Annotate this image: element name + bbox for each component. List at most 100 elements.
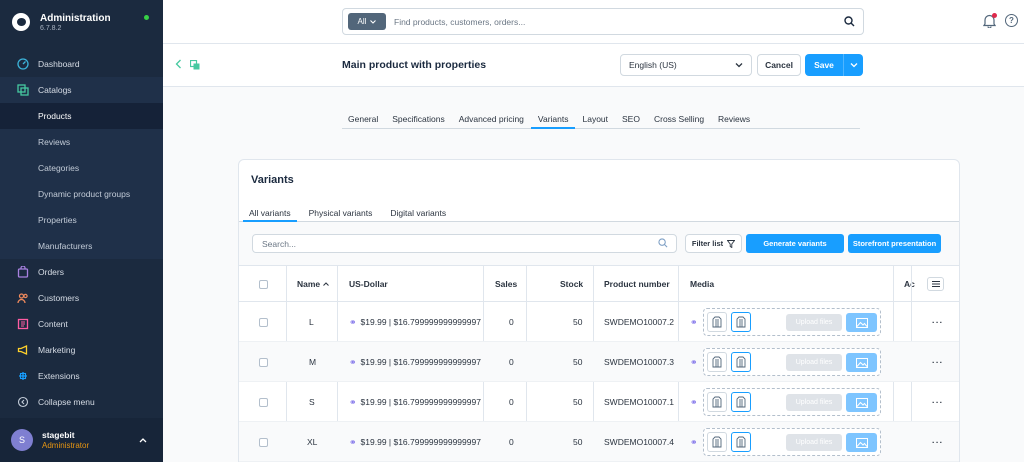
tab-reviews[interactable]: Reviews [711, 110, 757, 128]
variant-sales: 0 [509, 437, 514, 447]
link-icon[interactable]: ⚭ [349, 437, 357, 448]
media-link-icon[interactable]: ⚭ [690, 382, 702, 422]
media-library-button[interactable] [846, 433, 877, 452]
media-thumbnail-cover[interactable] [731, 312, 751, 332]
search-scope-select[interactable]: All [348, 13, 386, 30]
notification-badge [992, 13, 997, 18]
media-thumbnail[interactable] [707, 352, 727, 372]
media-thumbnail-cover[interactable] [731, 392, 751, 412]
tab-digital-variants[interactable]: Digital variants [384, 205, 452, 221]
media-upload-area[interactable]: Upload files [703, 348, 881, 376]
search-input[interactable]: Find products, customers, orders... [394, 17, 525, 27]
language-select[interactable]: English (US) [620, 54, 752, 76]
sidebar-item-dashboard[interactable]: Dashboard [0, 51, 163, 77]
media-thumbnail[interactable] [707, 432, 727, 452]
sidebar-item-content[interactable]: Content [0, 311, 163, 337]
media-link-icon[interactable]: ⚭ [690, 342, 702, 382]
sidebar-item-dynamic-product-groups[interactable]: Dynamic product groups [0, 181, 163, 207]
table-row[interactable]: L ⚭ $19.99 | $16.799999999999997 0 50 SWD… [239, 302, 959, 342]
tab-seo[interactable]: SEO [615, 110, 647, 128]
link-icon[interactable]: ⚭ [349, 397, 357, 408]
media-link-icon[interactable]: ⚭ [690, 302, 702, 342]
sidebar-item-orders[interactable]: Orders [0, 259, 163, 285]
media-library-button[interactable] [846, 353, 877, 372]
shopware-logo-icon [12, 13, 30, 31]
link-icon[interactable]: ⚭ [349, 357, 357, 368]
media-link-icon[interactable]: ⚭ [690, 422, 702, 462]
tab-general[interactable]: General [342, 110, 385, 128]
help-icon[interactable]: ? [1005, 14, 1018, 27]
row-checkbox[interactable] [259, 422, 268, 462]
brand[interactable]: Administration 6.7.8.2 [0, 0, 163, 44]
sidebar-item-extensions[interactable]: Extensions [0, 363, 163, 389]
brand-version: 6.7.8.2 [40, 24, 62, 32]
variant-type-tabs: All variants Physical variants Digital v… [239, 205, 959, 222]
variant-sales: 0 [509, 357, 514, 367]
media-thumbnail-cover[interactable] [731, 352, 751, 372]
image-icon [855, 437, 868, 448]
search-scope-label: All [357, 17, 367, 26]
back-arrow-icon[interactable] [175, 59, 182, 72]
upload-files-button[interactable]: Upload files [786, 394, 842, 411]
row-checkbox[interactable] [259, 382, 268, 422]
filter-icon [727, 239, 736, 248]
row-actions-menu[interactable]: ··· [932, 302, 944, 342]
variant-price: ⚭ $19.99 | $16.799999999999997 [349, 382, 481, 422]
dashboard-icon [16, 58, 29, 71]
variant-product-number: SWDEMO10007.2 [604, 317, 674, 327]
row-checkbox[interactable] [259, 342, 268, 382]
tab-advanced-pricing[interactable]: Advanced pricing [452, 110, 531, 128]
upload-files-button[interactable]: Upload files [786, 314, 842, 331]
table-row[interactable]: XL ⚭ $19.99 | $16.799999999999997 0 50 SW… [239, 422, 959, 462]
user-menu[interactable]: S stagebit Administrator [0, 418, 163, 462]
row-checkbox[interactable] [259, 302, 268, 342]
sidebar-item-reviews[interactable]: Reviews [0, 129, 163, 155]
tab-variants[interactable]: Variants [530, 110, 576, 129]
tab-specifications[interactable]: Specifications [385, 110, 451, 128]
variant-search-input[interactable]: Search... [252, 234, 677, 253]
media-upload-area[interactable]: Upload files [703, 388, 881, 416]
sidebar-item-categories[interactable]: Categories [0, 155, 163, 181]
table-row[interactable]: S ⚭ $19.99 | $16.799999999999997 0 50 SWD… [239, 382, 959, 422]
tab-physical-variants[interactable]: Physical variants [303, 205, 379, 221]
table-row[interactable]: M ⚭ $19.99 | $16.799999999999997 0 50 SWD… [239, 342, 959, 382]
media-library-button[interactable] [846, 313, 877, 332]
orders-icon [16, 266, 29, 279]
tab-cross-selling[interactable]: Cross Selling [647, 110, 711, 128]
search-icon[interactable] [844, 16, 855, 29]
media-thumbnail[interactable] [707, 312, 727, 332]
filter-label: Filter list [691, 239, 724, 248]
global-search[interactable]: All Find products, customers, orders... [342, 8, 864, 35]
row-actions-menu[interactable]: ··· [932, 422, 944, 462]
sidebar-item-catalogs[interactable]: Catalogs [0, 77, 163, 103]
sidebar-item-marketing[interactable]: Marketing [0, 337, 163, 363]
sidebar-item-properties[interactable]: Properties [0, 207, 163, 233]
tab-layout[interactable]: Layout [575, 110, 615, 128]
media-thumbnail-cover[interactable] [731, 432, 751, 452]
upload-files-button[interactable]: Upload files [786, 354, 842, 371]
filter-list-button[interactable]: Filter list [685, 234, 742, 253]
collapse-menu-button[interactable]: Collapse menu [0, 389, 163, 415]
tab-all-variants[interactable]: All variants [243, 205, 297, 222]
media-upload-area[interactable]: Upload files [703, 428, 881, 456]
storefront-presentation-button[interactable]: Storefront presentation [848, 234, 941, 253]
link-icon[interactable]: ⚭ [349, 317, 357, 328]
variant-name: S [309, 397, 315, 407]
search-placeholder: Search... [262, 238, 297, 249]
sidebar-item-manufacturers[interactable]: Manufacturers [0, 233, 163, 259]
upload-files-button[interactable]: Upload files [786, 434, 842, 451]
sidebar-item-products[interactable]: Products [0, 103, 163, 129]
row-actions-menu[interactable]: ··· [932, 342, 944, 382]
media-library-button[interactable] [846, 393, 877, 412]
page-title: Main product with properties [342, 59, 487, 71]
save-button[interactable]: Save [805, 54, 863, 76]
generate-variants-button[interactable]: Generate variants [746, 234, 844, 253]
media-thumbnail[interactable] [707, 392, 727, 412]
cancel-button[interactable]: Cancel [757, 54, 801, 76]
chevron-down-icon [735, 60, 743, 70]
save-options-toggle[interactable] [843, 54, 863, 76]
sidebar-item-customers[interactable]: Customers [0, 285, 163, 311]
row-actions-menu[interactable]: ··· [932, 382, 944, 422]
user-name: stagebit [42, 430, 75, 440]
media-upload-area[interactable]: Upload files [703, 308, 881, 336]
